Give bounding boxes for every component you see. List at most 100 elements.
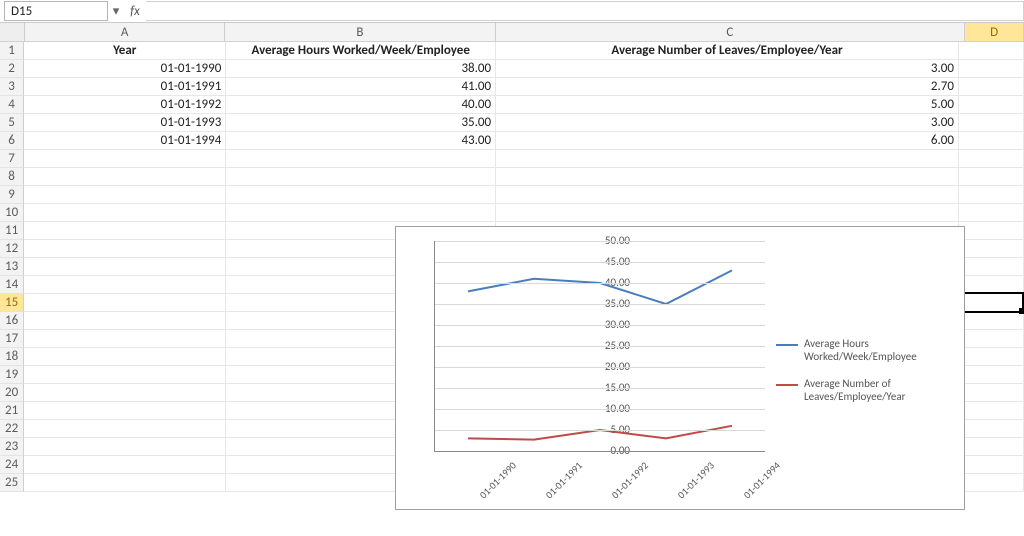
cell-A24[interactable] [24,456,226,474]
row-header-5[interactable]: 5 [0,114,24,132]
cell-C4[interactable]: 5.00 [496,96,959,114]
cell-C8[interactable] [496,168,959,186]
cell-D10[interactable] [959,204,1024,222]
cell-A4[interactable]: 01-01-1992 [24,96,226,114]
cell-C2[interactable]: 3.00 [496,60,959,78]
cell-C3[interactable]: 2.70 [496,78,959,96]
cell-B4[interactable]: 40.00 [226,96,496,114]
cell-D19[interactable] [959,366,1024,384]
row-header-13[interactable]: 13 [0,258,24,276]
name-box-dropdown-icon[interactable]: ▾ [108,1,124,21]
cell-C1[interactable]: Average Number of Leaves/Employee/Year [496,42,959,60]
cell-D12[interactable] [959,240,1024,258]
cell-B8[interactable] [226,168,496,186]
cell-A5[interactable]: 01-01-1993 [24,114,226,132]
row-header-24[interactable]: 24 [0,456,24,474]
cell-A15[interactable] [24,294,226,312]
cell-A7[interactable] [24,150,226,168]
cell-C10[interactable] [496,204,959,222]
row-header-12[interactable]: 12 [0,240,24,258]
row-header-23[interactable]: 23 [0,438,24,456]
cell-D14[interactable] [959,276,1024,294]
row-header-19[interactable]: 19 [0,366,24,384]
cell-B10[interactable] [226,204,496,222]
row-header-21[interactable]: 21 [0,402,24,420]
cell-D17[interactable] [959,330,1024,348]
cell-D18[interactable] [959,348,1024,366]
cell-D23[interactable] [959,438,1024,456]
cell-B9[interactable] [226,186,496,204]
col-header-D[interactable]: D [965,23,1024,41]
cell-A14[interactable] [24,276,226,294]
row-header-6[interactable]: 6 [0,132,24,150]
cell-D5[interactable] [959,114,1024,132]
cell-D22[interactable] [959,420,1024,438]
cell-D8[interactable] [959,168,1024,186]
cell-A13[interactable] [24,258,226,276]
select-all-corner[interactable] [0,23,25,41]
cell-B3[interactable]: 41.00 [226,78,496,96]
row-header-4[interactable]: 4 [0,96,24,114]
cell-A22[interactable] [24,420,226,438]
cell-B7[interactable] [226,150,496,168]
cell-B2[interactable]: 38.00 [226,60,496,78]
cell-D9[interactable] [959,186,1024,204]
cell-A9[interactable] [24,186,226,204]
cell-D2[interactable] [959,60,1024,78]
cell-A1[interactable]: Year [24,42,226,60]
cell-A25[interactable] [24,474,226,492]
name-box[interactable]: D15 [4,1,108,21]
fx-label[interactable]: fx [124,4,146,19]
row-header-25[interactable]: 25 [0,474,24,492]
cell-B6[interactable]: 43.00 [226,132,496,150]
cell-D24[interactable] [959,456,1024,474]
cell-D4[interactable] [959,96,1024,114]
cell-D21[interactable] [959,402,1024,420]
cell-D16[interactable] [959,312,1024,330]
cell-A21[interactable] [24,402,226,420]
cell-C9[interactable] [496,186,959,204]
cell-A6[interactable]: 01-01-1994 [24,132,226,150]
embedded-chart[interactable]: 0.005.0010.0015.0020.0025.0030.0035.0040… [395,226,965,510]
cell-A16[interactable] [24,312,226,330]
row-header-8[interactable]: 8 [0,168,24,186]
row-header-14[interactable]: 14 [0,276,24,294]
col-header-A[interactable]: A [25,23,225,41]
cell-B5[interactable]: 35.00 [226,114,496,132]
cell-A20[interactable] [24,384,226,402]
cell-A19[interactable] [24,366,226,384]
cell-D3[interactable] [959,78,1024,96]
cell-A18[interactable] [24,348,226,366]
cell-D6[interactable] [959,132,1024,150]
cell-A11[interactable] [24,222,226,240]
row-header-1[interactable]: 1 [0,42,24,60]
cell-D20[interactable] [959,384,1024,402]
row-header-9[interactable]: 9 [0,186,24,204]
row-header-22[interactable]: 22 [0,420,24,438]
col-header-B[interactable]: B [225,23,495,41]
cell-A2[interactable]: 01-01-1990 [24,60,226,78]
cell-D15[interactable] [959,294,1024,312]
col-header-C[interactable]: C [496,23,966,41]
row-header-2[interactable]: 2 [0,60,24,78]
cell-C6[interactable]: 6.00 [496,132,959,150]
cell-A10[interactable] [24,204,226,222]
cell-C5[interactable]: 3.00 [496,114,959,132]
cell-D13[interactable] [959,258,1024,276]
cell-D1[interactable] [959,42,1024,60]
row-header-10[interactable]: 10 [0,204,24,222]
row-header-17[interactable]: 17 [0,330,24,348]
row-header-18[interactable]: 18 [0,348,24,366]
cell-B1[interactable]: Average Hours Worked/Week/Employee [226,42,496,60]
row-header-20[interactable]: 20 [0,384,24,402]
cell-D7[interactable] [959,150,1024,168]
cell-D11[interactable] [959,222,1024,240]
cell-C7[interactable] [496,150,959,168]
cell-D25[interactable] [959,474,1024,492]
formula-input[interactable] [146,1,1024,21]
cell-A12[interactable] [24,240,226,258]
row-header-7[interactable]: 7 [0,150,24,168]
row-header-3[interactable]: 3 [0,78,24,96]
row-header-15[interactable]: 15 [0,294,24,312]
row-header-16[interactable]: 16 [0,312,24,330]
